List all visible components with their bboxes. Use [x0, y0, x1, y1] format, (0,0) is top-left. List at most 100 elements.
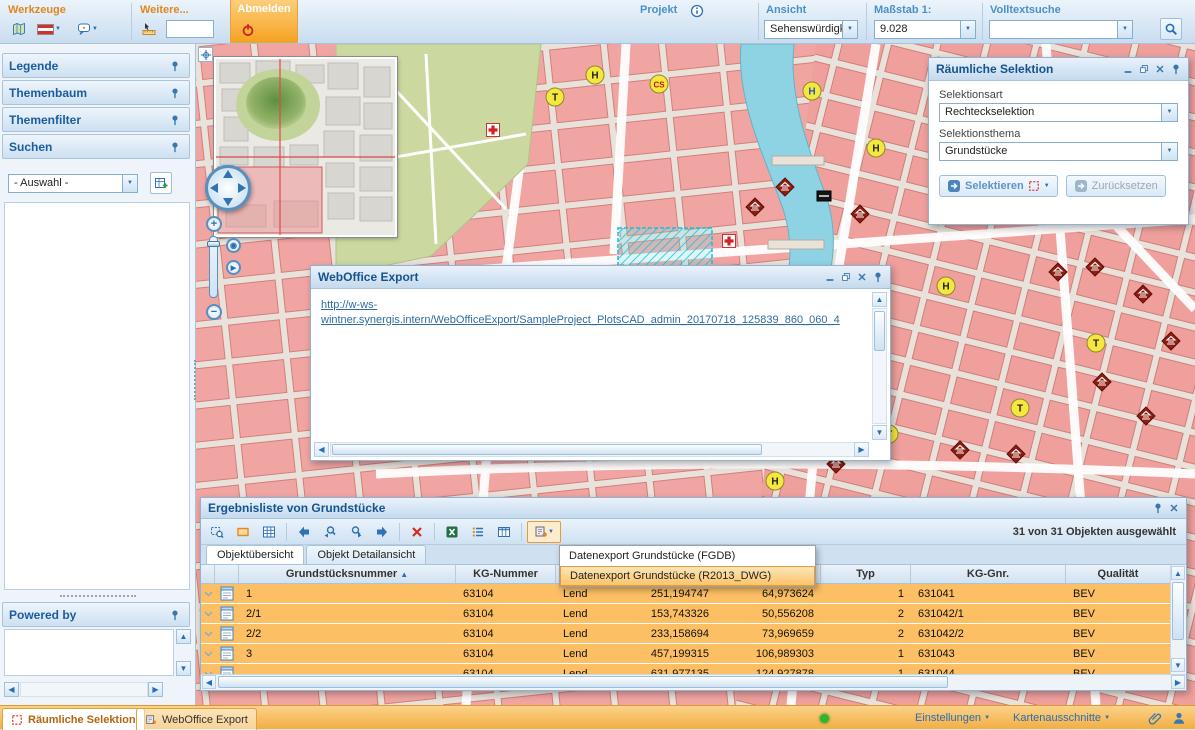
pin-icon[interactable]: [1150, 501, 1166, 516]
scroll-down-button[interactable]: ▼: [1171, 658, 1185, 672]
scroll-left-button[interactable]: ◀: [202, 675, 216, 689]
zoom-in-button[interactable]: +: [206, 216, 222, 232]
kartenausschnitte-menu[interactable]: Kartenausschnitte▼: [1013, 712, 1110, 724]
edit-search-button[interactable]: [150, 172, 172, 194]
selektieren-button[interactable]: Selektieren ▼: [939, 175, 1058, 197]
row-form-icon[interactable]: [215, 604, 239, 623]
pan-east-icon[interactable]: [238, 183, 246, 193]
poi-marker[interactable]: H: [803, 82, 821, 100]
project-info-button[interactable]: [686, 2, 708, 20]
fulltext-search-input[interactable]: ▼: [989, 20, 1133, 39]
scroll-left-button[interactable]: ◀: [4, 682, 19, 697]
close-icon[interactable]: [854, 270, 870, 285]
statusbar-tab-weboffice-export[interactable]: WebOffice Export: [136, 708, 257, 730]
row-form-icon[interactable]: [215, 664, 239, 674]
export-download-link[interactable]: http://w-ws-wintner.synergis.intern/WebO…: [321, 299, 840, 326]
poi-square-marker[interactable]: [817, 191, 831, 201]
scale-select[interactable]: 9.028▼: [874, 20, 976, 39]
language-flag-button[interactable]: ▼: [36, 18, 62, 40]
attachment-icon[interactable]: [1148, 711, 1162, 725]
zoom-to-selection-button[interactable]: [205, 521, 229, 543]
poi-marker[interactable]: T: [1011, 399, 1029, 417]
sidebar-item-themenfilter[interactable]: Themenfilter: [2, 107, 190, 132]
poi-marker[interactable]: T: [546, 88, 564, 106]
poi-marker[interactable]: H: [766, 472, 784, 490]
measure-value-input[interactable]: [166, 20, 214, 38]
zoom-slider-handle[interactable]: [207, 241, 220, 247]
sidebar-item-suchen[interactable]: Suchen: [2, 134, 190, 159]
search-button[interactable]: [1160, 18, 1182, 40]
column-typ[interactable]: Typ: [821, 565, 911, 583]
clear-selection-button[interactable]: [405, 521, 429, 543]
dialog-titlebar[interactable]: WebOffice Export: [311, 266, 890, 289]
row-expander-icon[interactable]: [201, 624, 215, 643]
results-titlebar[interactable]: Ergebnisliste von Grundstücke: [201, 498, 1186, 519]
close-icon[interactable]: [1152, 62, 1168, 77]
pin-icon[interactable]: [167, 607, 183, 623]
pan-west-icon[interactable]: [210, 183, 218, 193]
table-row[interactable]: 363104Lend457,199315106,9893031631043BEV: [201, 644, 1171, 664]
minimize-icon[interactable]: [1120, 62, 1136, 77]
poi-marker[interactable]: H: [937, 277, 955, 295]
tab-objekt-detailansicht[interactable]: Objekt Detailansicht: [306, 545, 426, 564]
hospital-marker[interactable]: [487, 124, 500, 137]
statusbar-tab-raeumliche-selektion[interactable]: Räumliche Selektion: [2, 708, 145, 730]
user-profile-icon[interactable]: [1172, 711, 1186, 725]
scroll-right-button[interactable]: ▶: [1171, 675, 1185, 689]
column-kg-nummer[interactable]: KG-Nummer: [456, 565, 556, 583]
table-row[interactable]: 163104Lend251,19474764,9736241631041BEV: [201, 584, 1171, 604]
pin-icon[interactable]: [167, 58, 183, 74]
list-view-button[interactable]: [466, 521, 490, 543]
zoom-slider[interactable]: [209, 236, 218, 298]
table-horizontal-scrollbar[interactable]: ◀ ▶: [201, 674, 1186, 690]
chevron-down-icon[interactable]: ▼: [122, 175, 137, 192]
table-vertical-scrollbar[interactable]: ▲ ▼: [1170, 565, 1186, 675]
dialog-titlebar[interactable]: Räumliche Selektion: [929, 58, 1188, 81]
scroll-right-button[interactable]: ▶: [148, 682, 163, 697]
vertical-scrollbar[interactable]: [872, 308, 887, 424]
scroll-up-button[interactable]: ▲: [176, 629, 191, 644]
row-form-icon[interactable]: [215, 624, 239, 643]
row-expander-icon[interactable]: [201, 644, 215, 663]
sidebar-item-powered-by[interactable]: Powered by: [2, 602, 190, 627]
scroll-down-button[interactable]: ▼: [872, 425, 887, 440]
sidebar-splitter[interactable]: [194, 360, 198, 400]
scroll-left-button[interactable]: ◀: [314, 442, 329, 457]
menu-item-export-dwg[interactable]: Datenexport Grundstücke (R2013_DWG): [560, 566, 815, 586]
zoom-previous-button[interactable]: [318, 521, 342, 543]
excel-export-button[interactable]: [440, 521, 464, 543]
poi-marker[interactable]: CS: [650, 75, 668, 93]
horizontal-scrollbar[interactable]: [20, 682, 148, 697]
hospital-marker[interactable]: [723, 235, 736, 248]
panel-splitter[interactable]: [60, 595, 136, 599]
chevron-down-icon[interactable]: ▼: [1161, 143, 1177, 160]
sidebar-item-legende[interactable]: Legende: [2, 53, 190, 78]
zuruecksetzen-button[interactable]: Zurücksetzen: [1066, 175, 1166, 197]
row-expander-icon[interactable]: [201, 604, 215, 623]
identify-tool-button[interactable]: ▼: [76, 18, 99, 40]
scroll-down-button[interactable]: ▼: [176, 661, 191, 676]
search-result-area[interactable]: [4, 202, 190, 590]
scroll-right-button[interactable]: ▶: [854, 442, 869, 457]
sidebar-item-themenbaum[interactable]: Themenbaum: [2, 80, 190, 105]
pin-icon[interactable]: [167, 139, 183, 155]
chevron-down-icon[interactable]: ▼: [960, 21, 975, 38]
previous-page-button[interactable]: [292, 521, 316, 543]
scrollbar-thumb[interactable]: [332, 444, 762, 455]
zoom-next-button[interactable]: [344, 521, 368, 543]
column-view-button[interactable]: [492, 521, 516, 543]
view-select[interactable]: Sehenswürdigke...▼: [764, 20, 858, 39]
chevron-down-icon[interactable]: ▼: [1161, 104, 1177, 121]
overview-map[interactable]: [214, 57, 397, 237]
chevron-down-icon[interactable]: ▼: [1044, 183, 1050, 189]
table-row[interactable]: 63104Lend631,977135124,9278781631044BEV: [201, 664, 1171, 674]
measure-tool-button[interactable]: [138, 18, 160, 40]
row-expander-icon[interactable]: [201, 664, 215, 674]
previous-extent-button[interactable]: ◉: [226, 238, 241, 253]
column-grundstuecksnummer[interactable]: Grundstücksnummer ▲: [239, 565, 456, 583]
row-expander-icon[interactable]: [201, 584, 215, 603]
pan-north-icon[interactable]: [223, 170, 233, 178]
data-export-button[interactable]: ▼: [527, 521, 561, 543]
scroll-up-button[interactable]: ▲: [1171, 566, 1185, 580]
chevron-down-icon[interactable]: ▼: [842, 21, 857, 38]
